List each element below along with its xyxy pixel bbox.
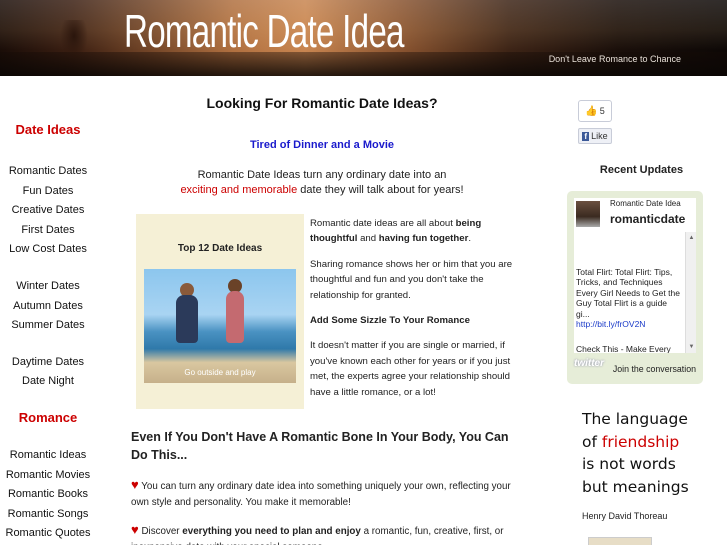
twitter-scrollbar[interactable]: ▲ ▼ bbox=[685, 232, 696, 353]
friendship-quote: The language of friendship is not words … bbox=[582, 408, 692, 499]
nav-item-daytime-dates[interactable]: Daytime Dates bbox=[0, 353, 96, 373]
site-tagline: Don't Leave Romance to Chance bbox=[548, 54, 681, 64]
intro-text: Romantic Date Ideas turn any ordinary da… bbox=[127, 168, 517, 198]
quote-line: is not words bbox=[582, 455, 676, 474]
nav-item-romantic-songs[interactable]: Romantic Songs bbox=[0, 505, 96, 525]
page-subtitle: Tired of Dinner and a Movie bbox=[249, 139, 395, 151]
left-nav: Date Ideas Romantic Dates Fun Dates Crea… bbox=[0, 122, 96, 544]
nav-item-low-cost-dates[interactable]: Low Cost Dates bbox=[0, 240, 96, 260]
text-run: Discover bbox=[141, 526, 183, 537]
twitter-footer: twitter Join the conversation bbox=[574, 356, 696, 380]
nav-item-creative-dates[interactable]: Creative Dates bbox=[0, 201, 96, 221]
twitter-widget: Romantic Date Idea romanticdate Total Fl… bbox=[567, 191, 703, 384]
intro-highlight: exciting and memorable bbox=[180, 184, 298, 196]
nav-heading-romance[interactable]: Romance bbox=[0, 410, 96, 430]
bullet-item-1: ♥ You can turn any ordinary date idea in… bbox=[131, 477, 517, 511]
scroll-down-icon[interactable]: ▼ bbox=[687, 342, 696, 352]
text-bold: everything you need to plan and enjoy bbox=[182, 526, 361, 537]
nav-item-fun-dates[interactable]: Fun Dates bbox=[0, 182, 96, 202]
recent-updates-title: Recent Updates bbox=[599, 164, 684, 176]
heart-icon: ♥ bbox=[131, 477, 139, 492]
bullet-item-2: ♥ Discover everything you need to plan a… bbox=[131, 522, 517, 545]
text-run: of bbox=[582, 432, 602, 451]
intro-line2: date they will talk about for years! bbox=[297, 184, 464, 196]
beach-jump-photo[interactable]: Go outside and play bbox=[144, 269, 296, 383]
intro-line1: Romantic Date Ideas turn any ordinary da… bbox=[197, 169, 447, 181]
nav-item-romantic-movies[interactable]: Romantic Movies bbox=[0, 466, 96, 486]
scroll-up-icon[interactable]: ▲ bbox=[687, 233, 696, 243]
twitter-feed[interactable]: Total Flirt: Total Flirt: Tips, Tricks, … bbox=[574, 232, 696, 353]
like-label: Like bbox=[591, 131, 608, 141]
like-count: 5 bbox=[599, 106, 605, 116]
quote-highlight: friendship bbox=[601, 432, 680, 451]
photo-caption: Go outside and play bbox=[184, 368, 256, 377]
text-run: Romantic date ideas are all about bbox=[310, 218, 456, 229]
twitter-display-name[interactable]: Romantic Date Idea bbox=[610, 199, 681, 208]
photo-person bbox=[226, 291, 244, 343]
tweet-partial: Check This - Make Every bbox=[576, 344, 671, 353]
text-run: . bbox=[468, 233, 471, 245]
nav-item-first-dates[interactable]: First Dates bbox=[0, 221, 96, 241]
nav-heading-date-ideas[interactable]: Date Ideas bbox=[0, 122, 96, 142]
nav-item-date-night[interactable]: Date Night bbox=[0, 372, 96, 392]
tweet: Total Flirt: Total Flirt: Tips, Tricks, … bbox=[576, 267, 682, 329]
quote-line: of friendship bbox=[582, 431, 692, 454]
nav-item-summer-dates[interactable]: Summer Dates bbox=[0, 316, 96, 336]
photo-person bbox=[176, 295, 198, 343]
text-bold: Add Some Sizzle To Your Romance bbox=[310, 315, 470, 327]
tweet-text: Total Flirt: Total Flirt: Tips, Tricks, … bbox=[576, 267, 680, 319]
side-paragraph-4: It doesn't matter if you are single or m… bbox=[310, 340, 511, 398]
side-subheading: Add Some Sizzle To Your Romance bbox=[310, 313, 514, 328]
top-date-ideas-box[interactable]: Top 12 Date Ideas Go outside and play bbox=[136, 214, 304, 409]
facebook-like-count[interactable]: 👍 5 bbox=[578, 100, 612, 122]
quote-image bbox=[588, 537, 652, 545]
facebook-like-button[interactable]: f Like bbox=[578, 128, 612, 144]
side-paragraph-2: Sharing romance shows her or him that yo… bbox=[310, 258, 513, 301]
twitter-username[interactable]: romanticdate bbox=[610, 212, 685, 226]
heart-icon: ♥ bbox=[131, 522, 139, 537]
thumbs-up-icon: 👍 bbox=[585, 105, 598, 117]
nav-item-romantic-dates[interactable]: Romantic Dates bbox=[0, 162, 96, 182]
site-title[interactable]: Romantic Date Idea bbox=[124, 4, 404, 58]
facebook-icon: f bbox=[582, 131, 590, 141]
twitter-header[interactable]: Romantic Date Idea romanticdate bbox=[574, 198, 696, 232]
tweet-link[interactable]: http://bit.ly/frOV2N bbox=[576, 319, 645, 329]
quote-line: but meanings bbox=[582, 478, 689, 497]
site-header: Romantic Date Idea Don't Leave Romance t… bbox=[0, 0, 727, 76]
nav-item-winter-dates[interactable]: Winter Dates bbox=[0, 277, 96, 297]
nav-item-autumn-dates[interactable]: Autumn Dates bbox=[0, 297, 96, 317]
header-couple-silhouette bbox=[60, 20, 88, 60]
text-bold: having fun together bbox=[378, 233, 469, 245]
side-paragraph-1: Romantic date ideas are all about being … bbox=[310, 216, 514, 247]
join-conversation-link[interactable]: Join the conversation bbox=[613, 364, 696, 374]
nav-item-romantic-books[interactable]: Romantic Books bbox=[0, 485, 96, 505]
side-text: Romantic date ideas are all about being … bbox=[310, 216, 514, 410]
twitter-logo-icon[interactable]: twitter bbox=[574, 358, 604, 369]
avatar[interactable] bbox=[576, 201, 600, 227]
quote-author: Henry David Thoreau bbox=[582, 511, 668, 521]
page-title: Looking For Romantic Date Ideas? bbox=[206, 95, 438, 111]
nav-item-romantic-ideas[interactable]: Romantic Ideas bbox=[0, 446, 96, 466]
quote-line: The language bbox=[582, 410, 688, 428]
photo-box-title[interactable]: Top 12 Date Ideas bbox=[136, 243, 304, 254]
nav-item-romantic-quotes[interactable]: Romantic Quotes bbox=[0, 524, 96, 544]
text-run: and bbox=[357, 233, 379, 245]
bullet-text: You can turn any ordinary date idea into… bbox=[131, 481, 511, 508]
section-heading: Even If You Don't Have A Romantic Bone I… bbox=[131, 430, 509, 462]
